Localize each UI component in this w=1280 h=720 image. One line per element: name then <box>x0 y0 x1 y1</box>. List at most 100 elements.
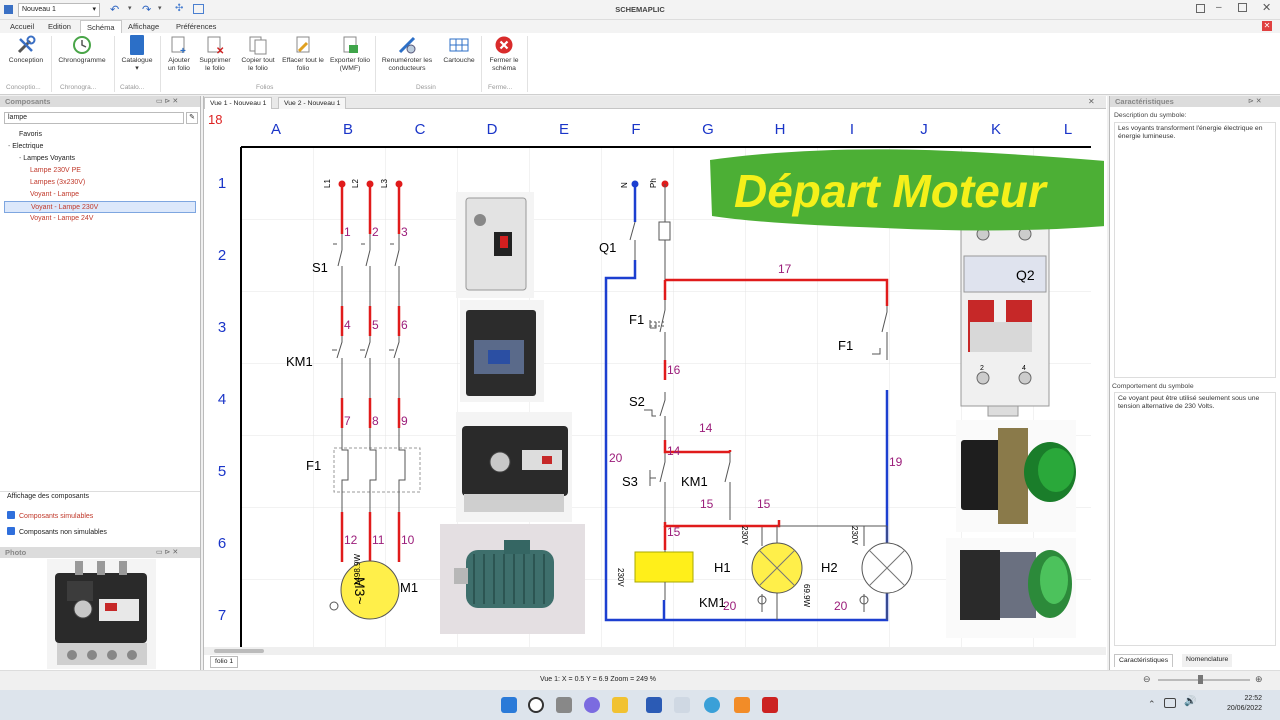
tree-item[interactable]: Favoris <box>4 129 196 141</box>
wire-14: 14 <box>699 421 713 435</box>
tab-vue-1[interactable]: Vue 1 - Nouveau 1 <box>204 97 273 109</box>
close-icon[interactable]: ✕ <box>1262 1 1271 14</box>
vlc-icon[interactable] <box>734 697 750 713</box>
exporter-folio-button[interactable]: Exporter folio (WMF) <box>328 35 372 73</box>
schematic-canvas[interactable]: 18 ABCDEFGHIJKL 1234567 L1 L2 L3 1 2 3 4… <box>204 110 1104 650</box>
clock-date: 20/06/2022 <box>1226 705 1262 712</box>
photo-q2-breaker: Q2 1 3 2 4 <box>960 219 1050 417</box>
tool-icon[interactable]: ✣ <box>175 3 183 14</box>
tab-schema[interactable]: Schéma <box>80 20 122 33</box>
properties-panel: Caractéristiques ⊳ ✕ Description du symb… <box>1109 96 1280 670</box>
option-non-simulables[interactable]: Composants non simulables <box>7 527 107 536</box>
fermer-schema-button[interactable]: Fermer le schéma <box>484 35 524 73</box>
cartouche-label: Cartouche <box>443 57 475 64</box>
tree-item[interactable]: - Lampes Voyants <box>4 153 196 165</box>
redo-dropdown-icon[interactable]: ▾ <box>158 4 162 12</box>
schemaplic-icon[interactable] <box>674 697 690 713</box>
tree-item[interactable]: Lampes (3x230V) <box>4 177 196 189</box>
checkbox-checked-icon[interactable] <box>7 527 15 535</box>
close-tab-icon[interactable]: ✕ <box>1088 97 1095 106</box>
search-icon[interactable] <box>528 697 544 713</box>
tree-item[interactable]: Voyant - Lampe <box>4 189 196 201</box>
label-s2: S2 <box>629 394 645 409</box>
renumeroter-button[interactable]: Renuméroter les conducteurs <box>378 35 436 73</box>
catalogue-button[interactable]: Catalogue ▾ <box>118 35 156 73</box>
scrollbar-thumb[interactable] <box>214 649 264 653</box>
taskbar: ⌃ 🔊 22:52 20/06/2022 <box>0 690 1280 720</box>
task-view-icon[interactable] <box>556 697 572 713</box>
windows-start-icon[interactable] <box>501 697 517 713</box>
chevron-up-icon[interactable]: ⌃ <box>1148 699 1156 710</box>
description-text: Les voyants transforment l'énergie élect… <box>1118 125 1263 140</box>
coil-km1[interactable] <box>634 551 694 583</box>
tab-vue-2[interactable]: Vue 2 - Nouveau 1 <box>278 97 347 109</box>
checkbox-checked-icon[interactable] <box>7 511 15 519</box>
chronogramme-button[interactable]: Chronogramme <box>54 35 110 65</box>
search-input[interactable]: lampe <box>4 112 184 124</box>
motor-symbol[interactable] <box>340 560 400 620</box>
clock[interactable]: 22:52 20/06/2022 <box>1212 694 1262 714</box>
ajouter-folio-button[interactable]: + Ajouter un folio <box>164 35 194 73</box>
tree-item-label: Lampes Voyants <box>23 155 76 162</box>
undo-dropdown-icon[interactable]: ▾ <box>128 4 132 12</box>
tab-nomenclature[interactable]: Nomenclature <box>1182 654 1233 667</box>
volume-icon[interactable]: 🔊 <box>1184 696 1196 707</box>
tree-item-label: Voyant - Lampe 230V <box>31 204 99 211</box>
undo-icon[interactable]: ↶ <box>110 3 119 16</box>
column-label: J <box>920 121 928 138</box>
tab-edition[interactable]: Edition <box>42 20 77 33</box>
zoom-in-icon[interactable]: ⊕ <box>1255 674 1263 685</box>
close-document-icon[interactable]: ✕ <box>1262 21 1272 31</box>
tab-preferences[interactable]: Préférences <box>170 20 222 33</box>
row-label: 4 <box>218 391 226 408</box>
tree-item[interactable]: Voyant - Lampe 230V <box>4 201 196 213</box>
recorder-icon[interactable] <box>762 697 778 713</box>
zoom-slider-thumb[interactable] <box>1198 675 1203 684</box>
tree-item[interactable]: Lampe 230V PE <box>4 165 196 177</box>
row-label: 6 <box>218 535 226 552</box>
folio-tab[interactable]: folio 1 <box>210 656 239 668</box>
column-label: H <box>775 121 786 138</box>
wire-20: 20 <box>609 451 623 465</box>
panel-window-icon[interactable]: ▭ ⊳ ✕ <box>156 97 178 105</box>
document-select[interactable]: Nouveau 1 ▾ <box>18 3 100 17</box>
ctrl-n: N <box>620 182 629 188</box>
wire-1: 1 <box>344 225 351 239</box>
word-icon[interactable] <box>646 697 662 713</box>
title-bar: Nouveau 1 ▾ ↶ ▾ ↷ ▾ ✣ SCHEMAPLIC – ✕ <box>0 0 1280 20</box>
column-label: B <box>343 121 353 138</box>
zoom-slider[interactable] <box>1158 679 1250 681</box>
copier-folio-button[interactable]: Copier tout le folio <box>238 35 278 73</box>
network-icon[interactable] <box>1164 698 1176 708</box>
wire-7: 7 <box>344 414 351 428</box>
maximize-icon[interactable] <box>1238 3 1247 12</box>
pencil-icon[interactable]: ✎ <box>186 112 198 124</box>
status-bar: Vue 1: X = 0.5 Y = 6.9 Zoom = 249 % ⊖ ⊕ <box>0 670 1280 690</box>
option-simulables[interactable]: Composants simulables <box>7 511 93 520</box>
file-explorer-icon[interactable] <box>612 697 628 713</box>
restore-icon[interactable] <box>1196 4 1205 13</box>
horizontal-scrollbar[interactable] <box>204 647 1106 655</box>
supprimer-folio-button[interactable]: ✕ Supprimer le folio <box>198 35 232 73</box>
conception-button[interactable]: Conception <box>4 35 48 65</box>
photo-panel-window-icon[interactable]: ▭ ⊳ ✕ <box>156 548 178 556</box>
teams-icon[interactable] <box>584 697 600 713</box>
h2-voltage: 230V <box>850 526 859 545</box>
minimize-icon[interactable]: – <box>1216 2 1222 13</box>
tree-item[interactable]: - Electrique <box>4 141 196 153</box>
effacer-folio-button[interactable]: Effacer tout le folio <box>282 35 324 73</box>
label-m1: M1 <box>400 580 418 595</box>
tab-caracteristiques[interactable]: Caractéristiques <box>1114 654 1174 667</box>
redo-icon[interactable]: ↷ <box>142 3 151 16</box>
tab-accueil[interactable]: Accueil <box>4 20 40 33</box>
status-text: Vue 1: X = 0.5 Y = 6.9 Zoom = 249 % <box>540 676 657 683</box>
window-icon[interactable] <box>193 4 204 14</box>
column-label: A <box>271 121 281 138</box>
tab-affichage[interactable]: Affichage <box>122 20 165 33</box>
zoom-out-icon[interactable]: ⊖ <box>1143 674 1151 685</box>
tree-item[interactable]: Voyant - Lampe 24V <box>4 213 196 225</box>
edge-icon[interactable] <box>704 697 720 713</box>
panel-window-icon[interactable]: ⊳ ✕ <box>1248 97 1262 105</box>
renumeroter-label: Renuméroter les conducteurs <box>381 57 433 72</box>
cartouche-button[interactable]: Cartouche <box>440 35 478 65</box>
